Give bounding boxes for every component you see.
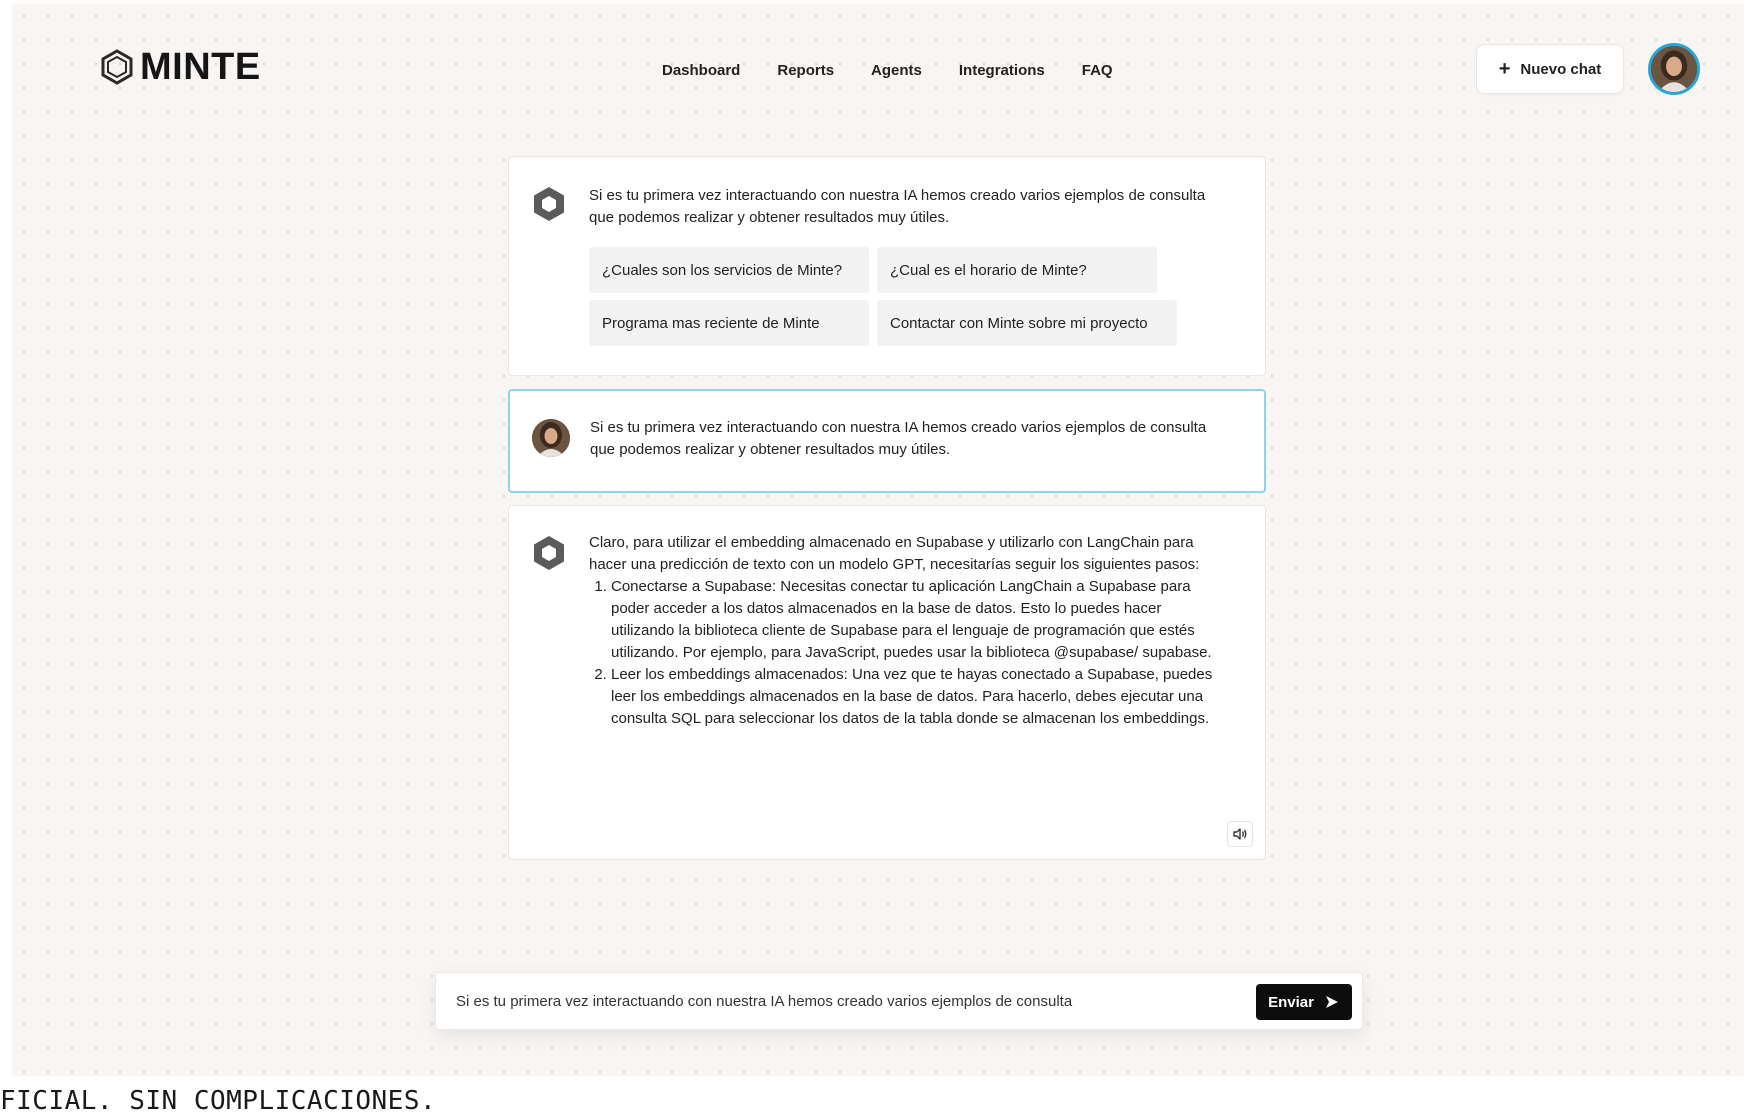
nav-integrations[interactable]: Integrations bbox=[959, 62, 1045, 79]
welcome-text: Si es tu primera vez interactuando con n… bbox=[589, 187, 1206, 226]
user-message-text: Si es tu primera vez interactuando con n… bbox=[590, 419, 1207, 458]
tagline: FICIAL. SIN COMPLICACIONES. bbox=[0, 1086, 437, 1116]
suggestion-chip[interactable]: ¿Cuales son los servicios de Minte? bbox=[589, 247, 869, 293]
avatar-portrait bbox=[1651, 46, 1697, 92]
arrow-right-icon bbox=[1325, 996, 1338, 1008]
main-nav: Dashboard Reports Agents Integrations FA… bbox=[662, 62, 1150, 79]
new-chat-label: Nuevo chat bbox=[1520, 60, 1602, 78]
answer-intro: Claro, para utilizar el embedding almace… bbox=[589, 534, 1200, 573]
bot-answer: Claro, para utilizar el embedding almace… bbox=[589, 532, 1219, 730]
suggestion-chip[interactable]: ¿Cual es el horario de Minte? bbox=[877, 247, 1157, 293]
welcome-card: Si es tu primera vez interactuando con n… bbox=[508, 156, 1266, 376]
message-composer: Enviar bbox=[435, 972, 1363, 1030]
suggestion-chip[interactable]: Contactar con Minte sobre mi proyecto bbox=[877, 300, 1177, 346]
hexagon-logo-icon bbox=[101, 49, 133, 85]
answer-step: Leer los embeddings almacenados: Una vez… bbox=[611, 664, 1219, 730]
bot-answer-card: Claro, para utilizar el embedding almace… bbox=[508, 505, 1266, 860]
suggestion-chip[interactable]: Programa mas reciente de Minte bbox=[589, 300, 869, 346]
nav-faq[interactable]: FAQ bbox=[1082, 62, 1113, 79]
new-chat-button[interactable]: + Nuevo chat bbox=[1476, 44, 1624, 94]
read-aloud-button[interactable] bbox=[1227, 821, 1253, 847]
user-message-card: Si es tu primera vez interactuando con n… bbox=[508, 389, 1266, 493]
user-avatar[interactable] bbox=[1648, 43, 1700, 95]
bot-icon bbox=[534, 187, 564, 221]
avatar bbox=[532, 419, 570, 457]
bot-icon bbox=[534, 536, 564, 570]
answer-step: Conectarse a Supabase: Necesitas conecta… bbox=[611, 576, 1219, 664]
app-window: MINTE Dashboard Reports Agents Integrati… bbox=[12, 4, 1744, 1076]
nav-dashboard[interactable]: Dashboard bbox=[662, 62, 740, 79]
brand-logo[interactable]: MINTE bbox=[100, 48, 261, 86]
send-label: Enviar bbox=[1268, 993, 1314, 1011]
brand-name: MINTE bbox=[140, 46, 261, 88]
speaker-icon bbox=[1233, 828, 1247, 840]
plus-icon: + bbox=[1498, 58, 1511, 80]
nav-agents[interactable]: Agents bbox=[871, 62, 922, 79]
message-input[interactable] bbox=[456, 973, 1236, 1029]
answer-steps: Conectarse a Supabase: Necesitas conecta… bbox=[589, 576, 1219, 730]
nav-reports[interactable]: Reports bbox=[777, 62, 834, 79]
send-button[interactable]: Enviar bbox=[1256, 984, 1352, 1020]
